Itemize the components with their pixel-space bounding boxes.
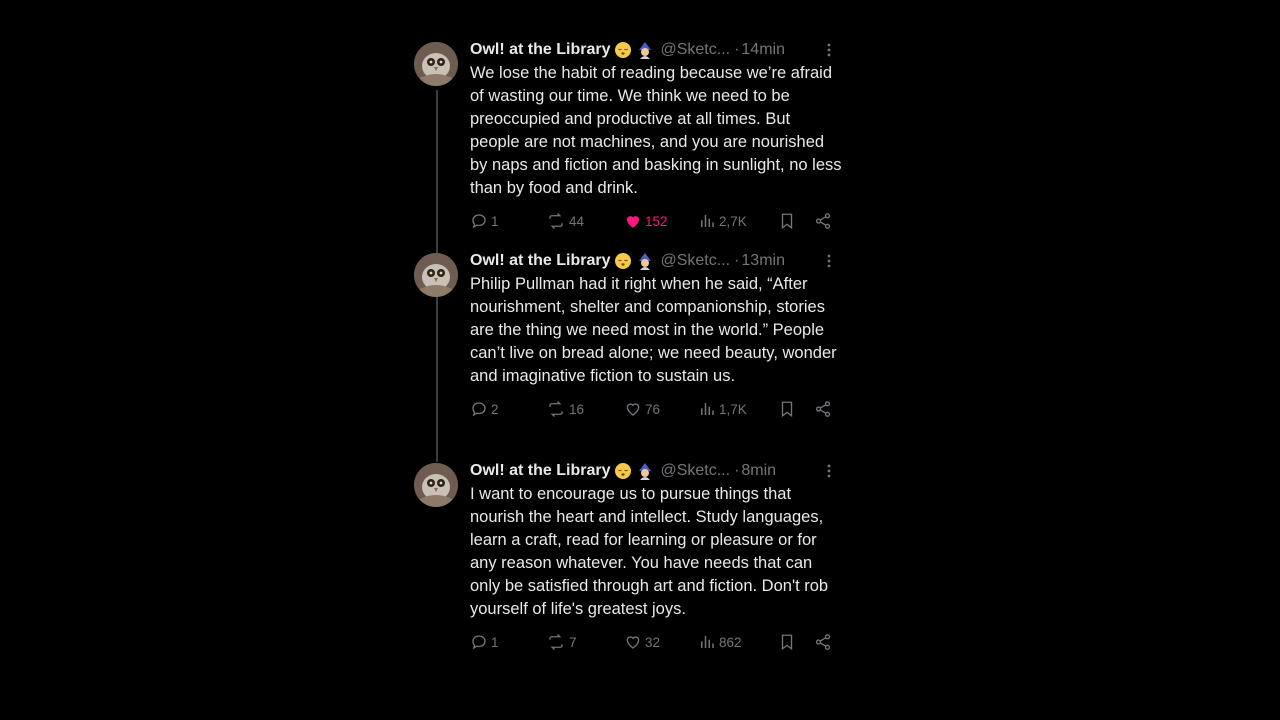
retweet-icon xyxy=(546,212,566,230)
reply-count: 1 xyxy=(491,213,499,229)
avatar[interactable] xyxy=(414,253,458,297)
reply-icon xyxy=(470,212,488,230)
views-button[interactable]: 862 xyxy=(698,633,778,651)
timestamp[interactable]: 8min xyxy=(741,462,776,480)
tweet-text: Philip Pullman had it right when he said… xyxy=(470,275,837,385)
mage-emoji xyxy=(636,252,654,270)
more-options-icon[interactable] xyxy=(822,253,836,269)
separator-dot: · xyxy=(734,252,740,269)
bookmark-button[interactable] xyxy=(778,633,814,651)
bookmark-button[interactable] xyxy=(778,400,814,418)
views-count: 2,7K xyxy=(719,213,747,229)
tweet-text: I want to encourage us to pursue things … xyxy=(470,485,829,618)
views-button[interactable]: 2,7K xyxy=(698,212,778,230)
display-name[interactable]: Owl! at the Library xyxy=(470,462,610,480)
display-name[interactable]: Owl! at the Library xyxy=(470,41,610,59)
bookmark-icon xyxy=(778,633,796,651)
user-handle[interactable]: @Sketc... xyxy=(660,252,730,270)
like-count: 152 xyxy=(645,213,668,229)
retweet-count: 44 xyxy=(569,213,585,229)
views-count: 862 xyxy=(719,634,742,650)
reply-count: 2 xyxy=(491,401,499,417)
like-icon xyxy=(624,212,642,230)
user-handle[interactable]: @Sketc... xyxy=(660,41,730,59)
reply-button[interactable]: 1 xyxy=(470,633,546,651)
views-button[interactable]: 1,7K xyxy=(698,400,778,418)
views-count: 1,7K xyxy=(719,401,747,417)
mage-emoji xyxy=(636,41,654,59)
like-button[interactable]: 152 xyxy=(624,212,698,230)
retweet-icon xyxy=(546,633,566,651)
views-icon xyxy=(698,212,716,230)
bookmark-icon xyxy=(778,212,796,230)
share-button[interactable] xyxy=(814,400,832,418)
tweet-header: Owl! at the Library @Sketc... · 13min xyxy=(470,249,842,273)
like-icon xyxy=(624,400,642,418)
tweet-actions: 1 44 152 2,7K xyxy=(470,210,842,232)
like-icon xyxy=(624,633,642,651)
views-icon xyxy=(698,400,716,418)
tweet-actions: 1 7 32 862 xyxy=(470,631,842,653)
separator-dot: · xyxy=(734,41,740,58)
like-count: 76 xyxy=(645,401,661,417)
retweet-count: 7 xyxy=(569,634,577,650)
tweet-header: Owl! at the Library @Sketc... · 8min xyxy=(470,459,842,483)
retweet-button[interactable]: 7 xyxy=(546,633,624,651)
timestamp[interactable]: 13min xyxy=(741,252,785,270)
retweet-icon xyxy=(546,400,566,418)
reply-count: 1 xyxy=(491,634,499,650)
tweet-actions: 2 16 76 1,7K xyxy=(470,398,842,420)
share-button[interactable] xyxy=(814,633,832,651)
more-options-icon[interactable] xyxy=(822,463,836,479)
more-options-icon[interactable] xyxy=(822,42,836,58)
share-icon xyxy=(814,212,832,230)
bookmark-button[interactable] xyxy=(778,212,814,230)
tweet-header: Owl! at the Library @Sketc... · 14min xyxy=(470,38,842,62)
sleeping-face-emoji xyxy=(614,252,632,270)
share-icon xyxy=(814,633,832,651)
avatar[interactable] xyxy=(414,42,458,86)
tweet-text: We lose the habit of reading because we’… xyxy=(470,64,842,197)
sleeping-face-emoji xyxy=(614,41,632,59)
reply-icon xyxy=(470,633,488,651)
user-handle[interactable]: @Sketc... xyxy=(660,462,730,480)
retweet-button[interactable]: 44 xyxy=(546,212,624,230)
reply-icon xyxy=(470,400,488,418)
separator-dot: · xyxy=(734,462,740,479)
retweet-count: 16 xyxy=(569,401,585,417)
share-icon xyxy=(814,400,832,418)
like-button[interactable]: 76 xyxy=(624,400,698,418)
display-name[interactable]: Owl! at the Library xyxy=(470,252,610,270)
like-button[interactable]: 32 xyxy=(624,633,698,651)
sleeping-face-emoji xyxy=(614,462,632,480)
timestamp[interactable]: 14min xyxy=(741,41,785,59)
share-button[interactable] xyxy=(814,212,832,230)
reply-button[interactable]: 2 xyxy=(470,400,546,418)
reply-button[interactable]: 1 xyxy=(470,212,546,230)
retweet-button[interactable]: 16 xyxy=(546,400,624,418)
like-count: 32 xyxy=(645,634,661,650)
views-icon xyxy=(698,633,716,651)
mage-emoji xyxy=(636,462,654,480)
avatar[interactable] xyxy=(414,463,458,507)
bookmark-icon xyxy=(778,400,796,418)
